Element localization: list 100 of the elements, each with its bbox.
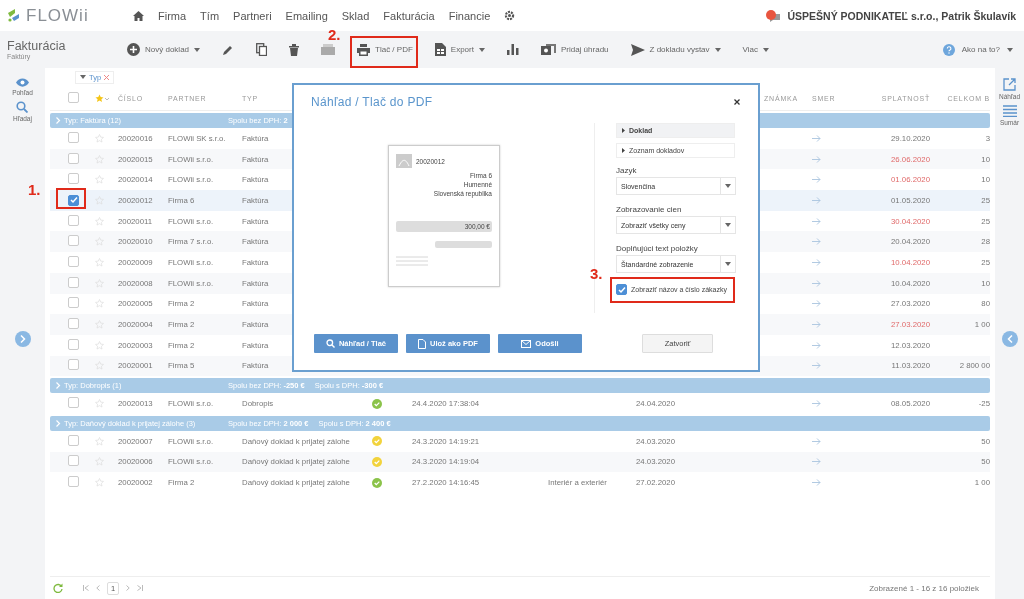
new-button[interactable]: Nový doklad xyxy=(125,40,203,59)
help-button[interactable]: Ako na to? xyxy=(938,43,1017,56)
nav-link[interactable]: Tím xyxy=(200,9,220,22)
checkbox[interactable] xyxy=(68,476,79,488)
archive-button[interactable] xyxy=(319,41,338,58)
callout-frame xyxy=(56,187,86,209)
star-icon xyxy=(95,436,104,446)
print-button[interactable]: Tlač / PDF xyxy=(355,40,415,59)
nav-link[interactable]: Emailing xyxy=(285,9,328,22)
pager-info: Zobrazené 1 - 16 z 16 položiek xyxy=(869,583,980,593)
account-name[interactable]: ÚSPEŠNÝ PODNIKATEĽ s.r.o., Patrik Škulavík xyxy=(787,9,1016,22)
checkbox[interactable] xyxy=(68,455,79,467)
settings-icon xyxy=(504,10,516,21)
logo-icon xyxy=(8,9,22,22)
page-title: Fakturácia xyxy=(7,39,67,53)
expand-button[interactable] xyxy=(14,331,31,347)
arrow-right-icon xyxy=(812,300,821,308)
pdf-icon xyxy=(396,154,412,168)
checkbox[interactable] xyxy=(68,276,79,288)
checkbox[interactable] xyxy=(68,92,79,103)
star-icon xyxy=(95,340,104,350)
issue-button[interactable]: Z dokladu vystav xyxy=(628,40,723,59)
checkbox[interactable] xyxy=(68,235,79,247)
callout-number: 2. xyxy=(328,25,341,43)
caret-icon xyxy=(725,223,731,227)
triangle-right-icon xyxy=(622,128,625,133)
previous-page-button[interactable] xyxy=(96,585,100,591)
checkbox[interactable] xyxy=(616,284,627,295)
chart-button[interactable] xyxy=(504,41,521,58)
trash-icon xyxy=(289,43,300,56)
chevron-right-icon xyxy=(56,117,61,124)
logo-text: FLOWii xyxy=(26,5,89,26)
export-button[interactable]: Export xyxy=(432,40,487,59)
checkbox[interactable] xyxy=(68,359,79,371)
checkbox[interactable] xyxy=(68,194,79,206)
arrow-right-icon xyxy=(812,479,821,487)
send-icon xyxy=(630,43,645,56)
callout-number: 3. xyxy=(590,265,603,282)
nav-link[interactable]: Firma xyxy=(158,9,187,22)
search-icon xyxy=(16,101,29,113)
document-icon xyxy=(418,338,427,349)
chevron-left-icon xyxy=(1006,335,1013,343)
checkbox[interactable] xyxy=(68,255,79,267)
arrow-right-icon xyxy=(812,155,821,163)
checkbox[interactable] xyxy=(68,434,79,446)
more-button[interactable]: Viac xyxy=(740,42,771,57)
first-page-button[interactable] xyxy=(83,585,89,591)
callout-frame xyxy=(350,35,419,68)
star-icon xyxy=(95,216,104,226)
home-icon xyxy=(133,10,144,21)
arrow-right-icon xyxy=(812,217,821,225)
close-icon xyxy=(104,74,110,80)
caret-icon xyxy=(725,184,731,188)
nav-link[interactable]: Financie xyxy=(448,9,491,22)
star-icon xyxy=(95,399,104,409)
callout-number: 1. xyxy=(28,180,41,198)
help-icon xyxy=(942,43,955,56)
star-icon xyxy=(95,299,104,309)
caret-icon xyxy=(725,262,731,266)
pencil-icon xyxy=(222,43,235,56)
copy-button[interactable] xyxy=(254,40,270,59)
arrow-right-icon xyxy=(812,196,821,204)
nav-link[interactable]: Sklad xyxy=(341,9,370,22)
checkbox[interactable] xyxy=(68,318,79,330)
checkbox[interactable] xyxy=(68,152,79,164)
checkbox[interactable] xyxy=(68,297,79,309)
close-button[interactable] xyxy=(734,99,740,105)
star-icon xyxy=(95,133,104,143)
printer-icon xyxy=(357,43,371,56)
arrow-right-icon xyxy=(812,437,821,445)
nav-link[interactable]: Fakturácia xyxy=(383,9,435,22)
checkbox[interactable] xyxy=(68,397,79,409)
chevron-right-icon xyxy=(56,382,61,390)
arrow-right-icon xyxy=(812,238,821,246)
arrow-right-icon xyxy=(812,134,821,142)
field-label: Jazyk xyxy=(616,166,638,175)
checkbox[interactable] xyxy=(68,173,79,185)
external-link-icon xyxy=(1003,78,1016,91)
search-icon xyxy=(325,339,335,348)
refresh-icon xyxy=(53,583,63,593)
collapse-button[interactable] xyxy=(1001,331,1018,347)
notification-icon xyxy=(766,9,783,22)
field-label: Doplňujúci text položky xyxy=(616,244,699,253)
eye-icon xyxy=(16,78,29,87)
checkbox[interactable] xyxy=(68,214,79,226)
copy-icon xyxy=(256,43,268,56)
star-icon xyxy=(95,257,104,267)
plus-icon xyxy=(127,43,140,56)
next-page-button[interactable] xyxy=(126,585,131,591)
checkbox[interactable] xyxy=(68,131,79,143)
arrow-right-icon xyxy=(812,279,821,287)
triangle-right-icon xyxy=(622,148,625,153)
last-page-button[interactable] xyxy=(137,585,144,591)
checkbox[interactable] xyxy=(68,338,79,350)
payment-button[interactable]: Pridaj úhradu xyxy=(538,41,611,58)
box-icon xyxy=(321,44,336,55)
cash-icon xyxy=(540,44,556,55)
nav-link[interactable]: Partneri xyxy=(233,9,272,22)
caret-icon xyxy=(80,75,86,79)
chevron-right-icon xyxy=(19,335,26,343)
